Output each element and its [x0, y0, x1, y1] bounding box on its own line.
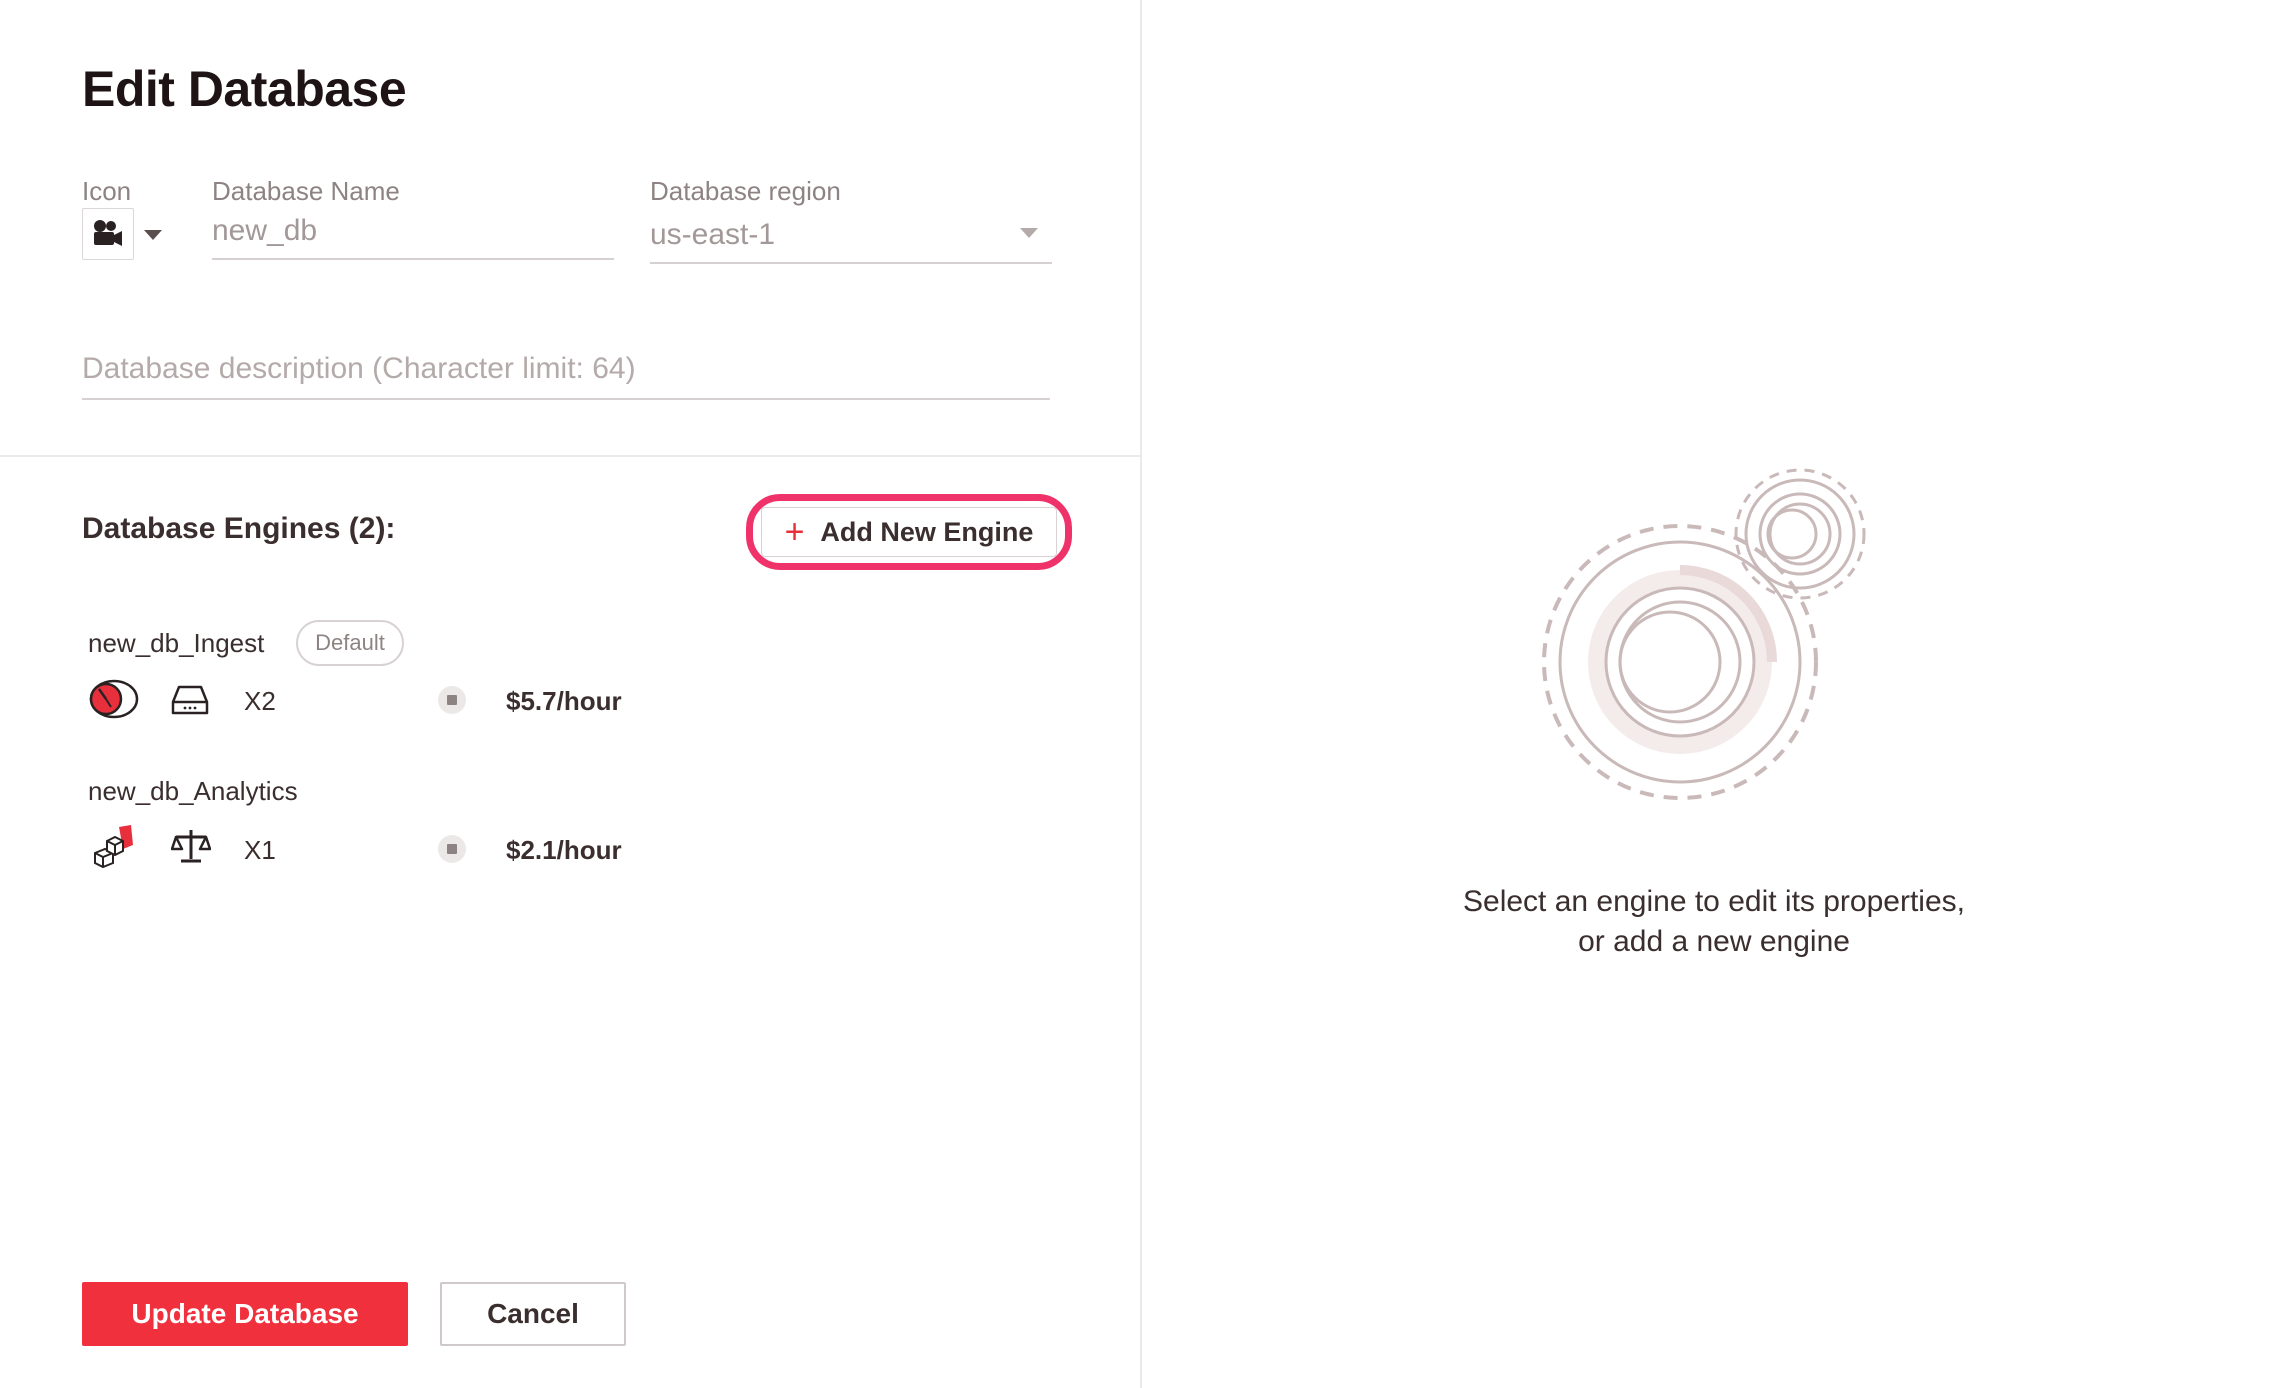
add-engine-highlight-ring: + Add New Engine [746, 494, 1072, 570]
icon-dropdown-chevron-icon[interactable] [144, 230, 162, 240]
engine-properties-panel: Select an engine to edit its properties,… [1144, 0, 2284, 1388]
page-title: Edit Database [82, 61, 407, 117]
empty-state-line-2: or add a new engine [1578, 925, 1850, 958]
engine-price: $2.1/hour [506, 835, 622, 865]
add-new-engine-label: Add New Engine [820, 516, 1034, 547]
engine-status-stopped-icon [438, 686, 466, 714]
region-chevron-down-icon [1020, 228, 1038, 238]
engine-scale: X2 [244, 686, 276, 716]
add-new-engine-button[interactable]: + Add New Engine [761, 507, 1057, 557]
section-divider [0, 455, 1142, 457]
database-region-select[interactable]: us-east-1 [650, 212, 1052, 264]
icon-picker-button[interactable] [82, 208, 134, 260]
engines-section-title: Database Engines (2): [82, 512, 396, 545]
video-camera-icon [94, 220, 122, 246]
database-description-input[interactable]: Database description (Character limit: 6… [82, 352, 1050, 400]
engine-name: new_db_Analytics [88, 776, 298, 806]
plus-icon: + [784, 513, 805, 551]
database-name-input[interactable]: new_db [212, 208, 614, 260]
engine-price: $5.7/hour [506, 686, 622, 716]
engine-status-stopped-icon [438, 835, 466, 863]
engine-scale: X1 [244, 835, 276, 865]
engine-name: new_db_Ingest [88, 628, 265, 658]
balance-scale-icon [170, 826, 212, 866]
speedometer-icon [86, 676, 140, 722]
database-region-label: Database region [650, 176, 841, 206]
storage-drive-icon [170, 682, 210, 718]
edit-database-panel: Edit Database Icon Database Name new_db … [0, 0, 1142, 1388]
gears-illustration-icon [1542, 468, 1866, 800]
update-database-button[interactable]: Update Database [82, 1282, 408, 1346]
icon-label: Icon [82, 176, 132, 206]
empty-state-line-1: Select an engine to edit its properties, [1463, 885, 1965, 918]
database-region-value: us-east-1 [650, 218, 776, 251]
default-badge: Default [296, 620, 404, 666]
database-name-label: Database Name [212, 176, 400, 206]
cubes-icon [88, 822, 138, 872]
cancel-button[interactable]: Cancel [440, 1282, 626, 1346]
